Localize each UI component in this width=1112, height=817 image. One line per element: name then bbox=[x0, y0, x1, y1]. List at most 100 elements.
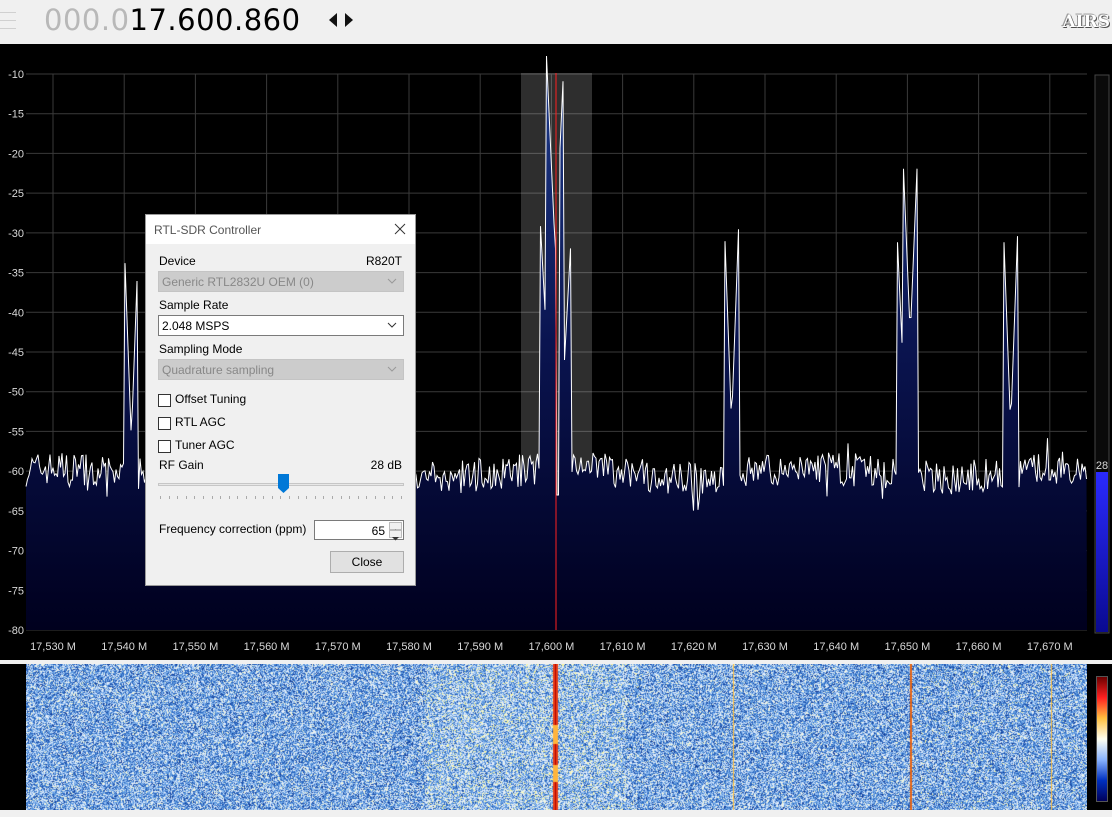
freq-correction-value: 65 bbox=[371, 524, 385, 538]
sampling-mode-select[interactable]: Quadrature sampling bbox=[158, 359, 404, 380]
x-tick-label: 17,590 M bbox=[457, 641, 503, 653]
slider-tick bbox=[177, 496, 179, 499]
y-tick-label: -60 bbox=[8, 466, 24, 478]
sample-rate-label: Sample Rate bbox=[159, 298, 229, 312]
slider-tick bbox=[392, 496, 394, 499]
slider-tick bbox=[211, 496, 213, 499]
y-tick-label: -55 bbox=[8, 426, 24, 438]
device-select-value: Generic RTL2832U OEM (0) bbox=[162, 275, 314, 289]
sample-rate-value: 2.048 MSPS bbox=[162, 319, 230, 333]
tune-arrows-icon[interactable] bbox=[327, 9, 357, 31]
y-tick-label: -40 bbox=[8, 307, 24, 319]
spin-up-button[interactable] bbox=[389, 522, 402, 533]
slider-tick bbox=[220, 496, 222, 499]
y-axis-labels: -10 -15 -20 -25 -30 -35 -40 -45 -50 -55 -60 -65 -70 -… bbox=[8, 69, 24, 637]
slider-tick bbox=[246, 496, 247, 499]
frequency-display[interactable]: 000.017.600.860 bbox=[44, 2, 301, 38]
sampling-mode-label: Sampling Mode bbox=[159, 342, 243, 356]
gain-bar-fill bbox=[1096, 472, 1108, 632]
slider-tick bbox=[314, 496, 316, 499]
slider-tick bbox=[289, 496, 290, 499]
waterfall-panel[interactable] bbox=[0, 664, 1112, 810]
slider-tick bbox=[349, 496, 351, 499]
x-tick-label: 17,580 M bbox=[386, 641, 432, 653]
x-tick-label: 17,550 M bbox=[172, 641, 218, 653]
x-tick-label: 17,620 M bbox=[671, 641, 717, 653]
top-bar: 000.017.600.860 AIRS bbox=[0, 0, 1112, 44]
slider-tick bbox=[332, 496, 333, 499]
slider-tick bbox=[306, 496, 308, 499]
x-tick-label: 17,530 M bbox=[30, 641, 76, 653]
slider-tick bbox=[366, 496, 368, 499]
freq-correction-label: Frequency correction (ppm) bbox=[159, 522, 307, 536]
x-tick-label: 17,660 M bbox=[956, 641, 1002, 653]
slider-tick bbox=[297, 496, 299, 499]
device-select[interactable]: Generic RTL2832U OEM (0) bbox=[158, 271, 404, 292]
y-tick-label: -15 bbox=[8, 109, 24, 121]
x-tick-label: 17,570 M bbox=[315, 641, 361, 653]
slider-tick bbox=[160, 496, 161, 499]
slider-tick bbox=[194, 496, 196, 499]
device-label: Device bbox=[159, 254, 196, 268]
slider-tick bbox=[228, 496, 230, 499]
freq-correction-spinbox[interactable]: 65 bbox=[314, 520, 404, 541]
y-tick-label: -20 bbox=[8, 148, 24, 160]
slider-tick bbox=[185, 496, 187, 499]
rf-gain-value: 28 dB bbox=[370, 458, 402, 472]
slider-tick bbox=[375, 496, 376, 499]
y-tick-label: -75 bbox=[8, 585, 24, 597]
tuner-agc-checkbox[interactable] bbox=[158, 440, 171, 453]
rtl-agc-label: RTL AGC bbox=[175, 415, 226, 429]
rf-gain-slider-thumb[interactable] bbox=[277, 474, 289, 494]
slider-tick bbox=[237, 496, 239, 499]
close-button[interactable]: Close bbox=[330, 551, 404, 573]
x-tick-label: 17,600 M bbox=[528, 641, 574, 653]
y-tick-label: -10 bbox=[8, 69, 24, 81]
y-tick-label: -45 bbox=[8, 347, 24, 359]
spin-down-button[interactable] bbox=[389, 530, 402, 541]
y-tick-label: -25 bbox=[8, 188, 24, 200]
frequency-digits: 17.600.860 bbox=[129, 3, 301, 37]
waterfall-colorbar bbox=[1096, 676, 1108, 802]
slider-tick bbox=[280, 496, 282, 499]
slider-tick bbox=[254, 496, 256, 499]
x-tick-label: 17,540 M bbox=[101, 641, 147, 653]
x-tick-label: 17,610 M bbox=[600, 641, 646, 653]
dialog-titlebar[interactable]: RTL-SDR Controller bbox=[146, 215, 415, 244]
y-tick-label: -70 bbox=[8, 546, 24, 558]
gain-indicator-value: 28 bbox=[1096, 460, 1108, 472]
y-tick-label: -65 bbox=[8, 506, 24, 518]
slider-tick bbox=[271, 496, 273, 499]
sample-rate-select[interactable]: 2.048 MSPS bbox=[158, 315, 404, 336]
offset-tuning-checkbox[interactable] bbox=[158, 394, 171, 407]
offset-tuning-label: Offset Tuning bbox=[175, 392, 247, 406]
arrow-down-icon bbox=[392, 537, 399, 541]
rtl-sdr-controller-dialog: RTL-SDR Controller Device R820T Generic … bbox=[145, 214, 416, 586]
rtl-agc-checkbox[interactable] bbox=[158, 417, 171, 430]
frequency-leading-digits: 000.0 bbox=[44, 3, 130, 37]
grip-icon[interactable] bbox=[0, 9, 20, 35]
sampling-mode-value: Quadrature sampling bbox=[162, 363, 275, 377]
x-tick-label: 17,640 M bbox=[813, 641, 859, 653]
slider-tick bbox=[400, 496, 402, 499]
slider-tick bbox=[340, 496, 342, 499]
slider-tick bbox=[357, 496, 359, 499]
slider-tick bbox=[263, 496, 265, 499]
y-tick-label: -30 bbox=[8, 228, 24, 240]
x-axis-labels: 17,530 M 17,540 M 17,550 M 17,560 M 17,570 M… bbox=[30, 641, 1073, 653]
waterfall-canvas bbox=[26, 664, 1087, 810]
slider-tick bbox=[383, 496, 385, 499]
x-tick-label: 17,670 M bbox=[1027, 641, 1073, 653]
slider-tick bbox=[168, 496, 170, 499]
y-tick-label: -50 bbox=[8, 387, 24, 399]
x-tick-label: 17,650 M bbox=[884, 641, 930, 653]
rf-gain-label: RF Gain bbox=[159, 458, 204, 472]
close-icon[interactable] bbox=[391, 219, 409, 239]
slider-tick bbox=[323, 496, 325, 499]
bottom-bar bbox=[0, 810, 1112, 817]
slider-tick bbox=[203, 496, 204, 499]
tuner-type: R820T bbox=[365, 254, 402, 268]
chevron-down-icon bbox=[387, 366, 397, 372]
y-tick-label: -80 bbox=[8, 625, 24, 637]
chevron-down-icon bbox=[387, 278, 397, 284]
